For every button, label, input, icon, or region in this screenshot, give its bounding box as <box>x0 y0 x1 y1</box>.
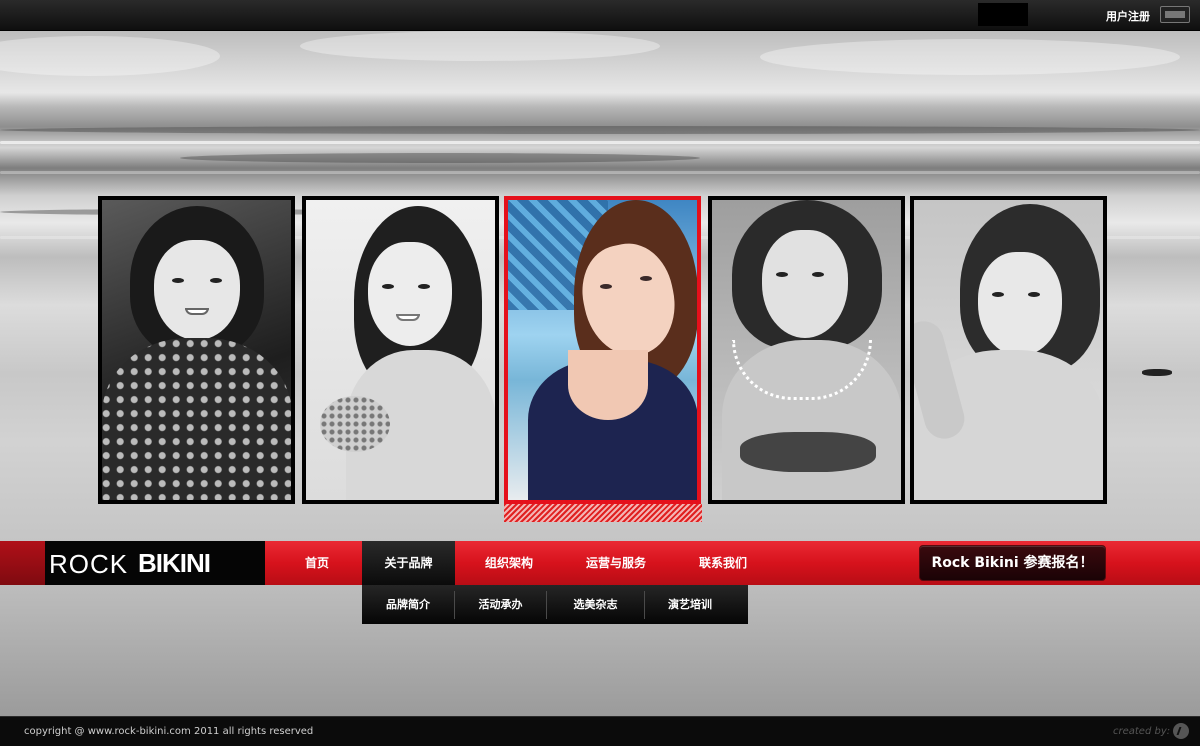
creator-logo-icon[interactable] <box>1173 723 1189 739</box>
photo-card-2[interactable] <box>302 196 499 504</box>
copyright-text: copyright @ www.rock-bikini.com 2011 all… <box>24 726 314 737</box>
selected-card-reflection <box>504 504 702 522</box>
top-bar: 用户注册 <box>0 0 1200 31</box>
submenu-item-training[interactable]: 演艺培训 <box>645 585 735 624</box>
logo-rock-text: ROCK <box>49 549 129 579</box>
submenu-item-brand-intro[interactable]: 品牌简介 <box>362 585 454 624</box>
photo-card-5[interactable] <box>910 196 1107 504</box>
photo-card-1[interactable] <box>98 196 295 504</box>
nav-item-operations[interactable]: 运营与服务 <box>572 541 660 585</box>
register-link[interactable]: 用户注册 <box>1106 8 1150 24</box>
nav-item-home[interactable]: 首页 <box>283 541 351 585</box>
nav-item-organization[interactable]: 组织架构 <box>470 541 548 585</box>
created-by-label: created by: <box>1113 726 1171 737</box>
photo-card-3-selected[interactable] <box>504 196 701 504</box>
about-brand-submenu: 品牌简介 活动承办 选美杂志 演艺培训 <box>362 585 748 624</box>
signup-cta-button[interactable]: Rock Bikini 参赛报名！ <box>919 545 1106 581</box>
submenu-item-events[interactable]: 活动承办 <box>455 585 546 624</box>
logo-bikini-text: BIKINI <box>138 548 211 578</box>
nav-item-about-brand[interactable]: 关于品牌 <box>362 541 455 585</box>
top-placeholder-box <box>978 3 1028 26</box>
nav-item-contact[interactable]: 联系我们 <box>684 541 762 585</box>
beach-debris <box>1142 369 1172 376</box>
submenu-item-magazine[interactable]: 选美杂志 <box>547 585 644 624</box>
site-logo[interactable]: ROCK BIKINI <box>45 541 265 585</box>
photo-card-4[interactable] <box>708 196 905 504</box>
footer: copyright @ www.rock-bikini.com 2011 all… <box>0 716 1200 746</box>
menu-toggle-icon[interactable] <box>1160 6 1190 23</box>
